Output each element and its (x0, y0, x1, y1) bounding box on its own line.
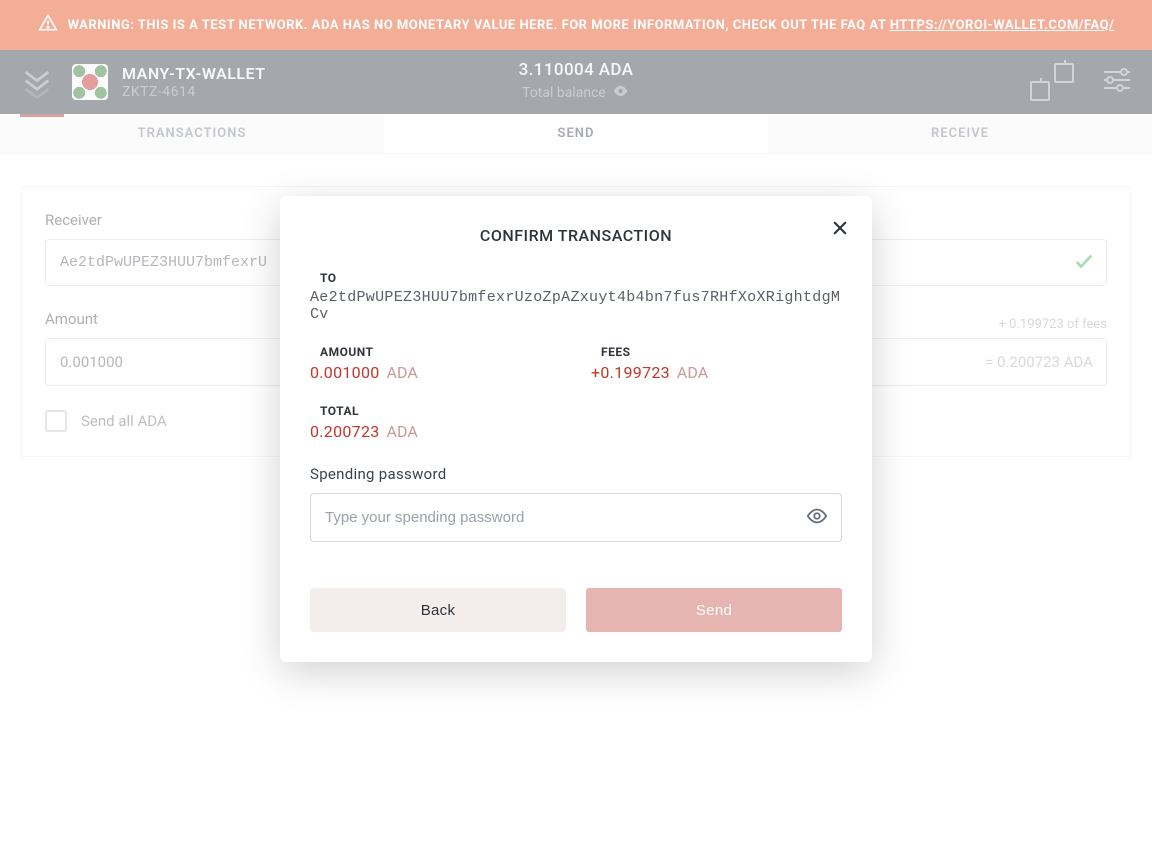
modal-overlay: CONFIRM TRANSACTION TO Ae2tdPwUPEZ3HUU7b… (0, 0, 1152, 847)
amount-value: 0.001000 (310, 363, 380, 382)
amount-suffix: ADA (387, 363, 418, 382)
fees-value-line: +0.199723 ADA (591, 363, 842, 382)
back-button[interactable]: Back (310, 588, 566, 632)
total-value-line: 0.200723 ADA (310, 422, 842, 441)
fees-section-label: FEES (591, 345, 842, 359)
to-address: Ae2tdPwUPEZ3HUU7bmfexrUzoZpAZxuyt4b4bn7f… (310, 289, 842, 323)
fees-suffix: ADA (677, 363, 708, 382)
fees-value: +0.199723 (591, 363, 670, 382)
amount-value-line: 0.001000 ADA (310, 363, 561, 382)
total-section-label: TOTAL (310, 404, 842, 418)
total-suffix: ADA (387, 422, 418, 441)
to-label: TO (310, 271, 842, 285)
send-button[interactable]: Send (586, 588, 842, 632)
total-value: 0.200723 (310, 422, 380, 441)
confirm-transaction-modal: CONFIRM TRANSACTION TO Ae2tdPwUPEZ3HUU7b… (280, 196, 872, 662)
close-icon[interactable] (830, 218, 850, 242)
amount-section-label: AMOUNT (310, 345, 561, 359)
spending-password-label: Spending password (310, 465, 842, 483)
toggle-password-visibility-icon[interactable] (806, 505, 828, 531)
modal-title: CONFIRM TRANSACTION (310, 226, 842, 245)
spending-password-input[interactable] (310, 493, 842, 542)
